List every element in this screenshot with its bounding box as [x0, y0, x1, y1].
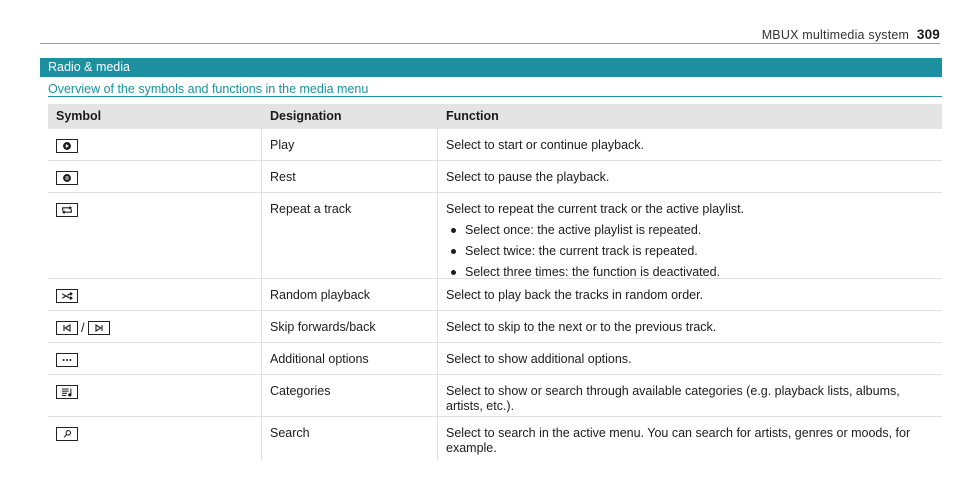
header-divider	[40, 43, 940, 44]
table-subtitle: Overview of the symbols and functions in…	[48, 82, 369, 96]
function-cell: Select to search in the active menu. You…	[446, 426, 911, 455]
chapter-title: MBUX multimedia system	[761, 28, 910, 42]
function-cell: Select to repeat the current track or th…	[438, 193, 942, 280]
subtitle-underline	[48, 96, 942, 97]
header-function: Function	[446, 109, 499, 123]
function-cell: Select to skip to the next or to the pre…	[446, 320, 717, 334]
more-options-icon	[56, 352, 78, 367]
bullet-icon	[451, 228, 456, 233]
table-row: Repeat a track Select to repeat the curr…	[48, 193, 942, 279]
table-row: / Skip forwards/back Select to skip to t…	[48, 311, 942, 343]
table-row: Rest Select to pause the playback.	[48, 161, 942, 193]
table-row: Categories Select to show or search thro…	[48, 375, 942, 417]
shuffle-icon	[56, 288, 78, 303]
designation-cell: Search	[262, 417, 438, 461]
page-number: 309	[916, 27, 940, 42]
play-icon	[56, 138, 78, 153]
table-row: Random playback Select to play back the …	[48, 279, 942, 311]
function-cell: Select to show additional options.	[446, 352, 632, 366]
table-row: Additional options Select to show additi…	[48, 343, 942, 375]
designation-cell: Categories	[262, 375, 438, 416]
table-row: Search Select to search in the active me…	[48, 417, 942, 461]
header-designation: Designation	[270, 109, 342, 123]
designation-cell: Repeat a track	[262, 193, 438, 278]
categories-icon	[56, 384, 78, 399]
table-row: Play Select to start or continue playbac…	[48, 129, 942, 161]
function-cell: Select to show or search through availab…	[446, 384, 900, 413]
icon-separator: /	[81, 320, 85, 336]
skip-back-icon	[56, 320, 78, 335]
list-item: Select twice: the current track is repea…	[446, 244, 934, 259]
function-cell: Select to play back the tracks in random…	[446, 288, 704, 302]
section-title-bar: Radio & media	[40, 58, 942, 77]
symbols-table: Symbol Designation Function Play Select …	[48, 104, 942, 461]
designation-cell: Skip forwards/back	[262, 311, 438, 342]
function-cell: Select to pause the playback.	[446, 170, 610, 184]
bullet-icon	[451, 249, 456, 254]
list-item: Select three times: the function is deac…	[446, 265, 934, 280]
bullet-icon	[451, 270, 456, 275]
repeat-icon	[56, 202, 78, 217]
pause-icon	[56, 170, 78, 185]
designation-cell: Play	[262, 129, 438, 160]
designation-cell: Random playback	[262, 279, 438, 310]
function-cell: Select to start or continue playback.	[446, 138, 645, 152]
list-item: Select once: the active playlist is repe…	[446, 223, 934, 238]
search-icon	[56, 426, 78, 441]
designation-cell: Additional options	[262, 343, 438, 374]
header-symbol: Symbol	[56, 109, 102, 123]
table-header-row: Symbol Designation Function	[48, 104, 942, 129]
page-header: MBUX multimedia system 309	[762, 27, 940, 42]
designation-cell: Rest	[262, 161, 438, 192]
skip-forward-icon	[87, 320, 110, 335]
